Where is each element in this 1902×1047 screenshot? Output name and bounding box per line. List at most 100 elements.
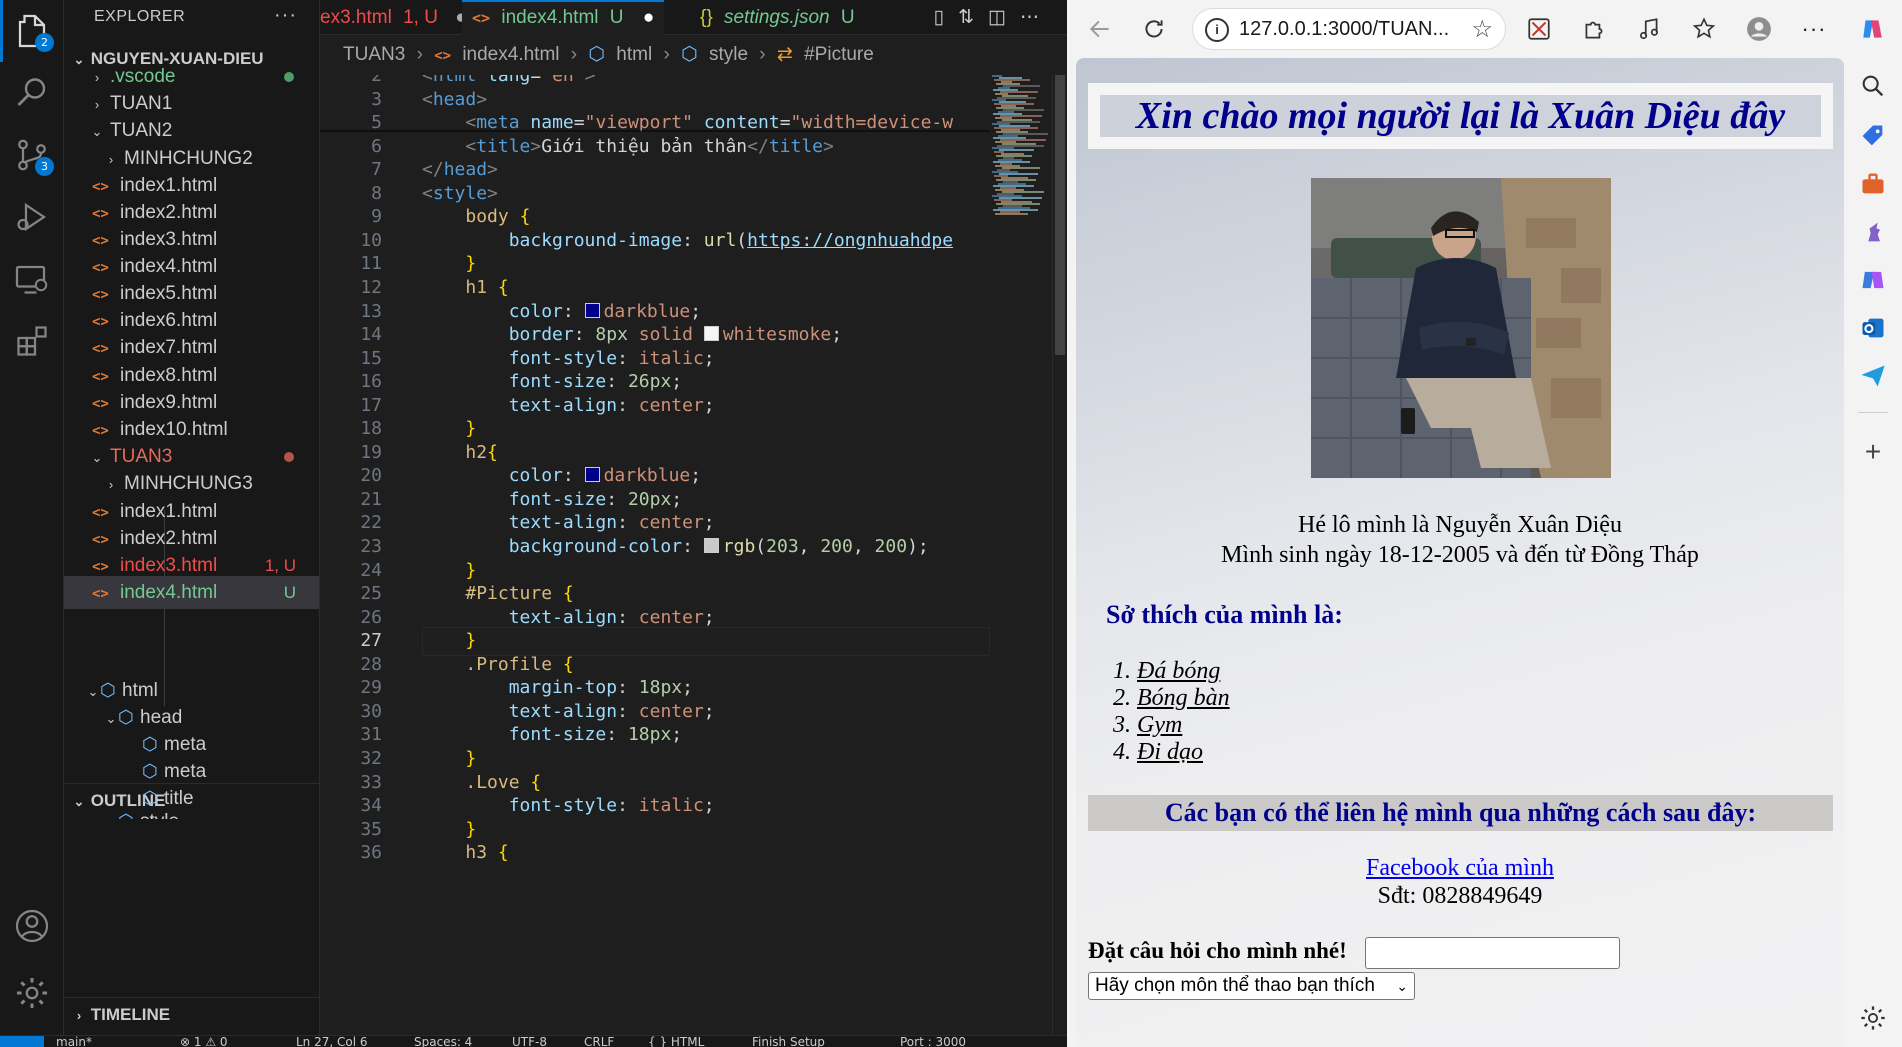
code-line[interactable]: 36 h3 { <box>320 839 990 868</box>
language-status[interactable]: { } HTML <box>648 1036 704 1047</box>
back-button[interactable] <box>1081 10 1119 48</box>
outline-item-label: style <box>140 811 179 819</box>
sidebar-outlook-button[interactable] <box>1857 312 1889 344</box>
site-info-icon[interactable]: i <box>1205 18 1229 42</box>
hobby-link[interactable]: Bóng bàn <box>1137 685 1230 711</box>
outline-item[interactable]: ›⬡style <box>64 805 319 819</box>
problems-status[interactable]: ⊗ 1 ⚠ 0 <box>180 1036 228 1047</box>
remote-indicator[interactable] <box>0 1036 44 1047</box>
toolbox-icon <box>1862 173 1884 194</box>
profile-birth: Mình sinh ngày 18-12-2005 và đến từ Đồng… <box>1221 542 1699 568</box>
minimap[interactable] <box>992 75 1052 1035</box>
chevron-right-icon: › <box>104 806 118 819</box>
breadcrumb-file[interactable]: index4.html <box>462 44 559 65</box>
scrollbar-thumb[interactable] <box>1055 75 1065 355</box>
question-label: Đặt câu hỏi cho mình nhé! <box>1088 938 1347 963</box>
unsaved-dot-icon[interactable]: ● <box>643 7 654 28</box>
puzzle-icon <box>1585 21 1603 39</box>
extensions-icon <box>17 326 47 356</box>
profile-button[interactable] <box>1740 10 1778 48</box>
breadcrumb-selector[interactable]: #Picture <box>804 44 874 65</box>
split-editor-icon[interactable]: ◫ <box>988 7 1020 28</box>
breadcrumb-html[interactable]: html <box>616 44 652 65</box>
source-control-activity[interactable]: 3 <box>0 124 64 186</box>
tree-item-label: index5.html <box>120 283 218 304</box>
favorites-button[interactable] <box>1685 10 1723 48</box>
url-text[interactable]: 127.0.0.1:3000/TUAN... <box>1239 18 1449 41</box>
hobby-link[interactable]: Đá bóng <box>1137 658 1220 684</box>
sidebar-add-button[interactable]: + <box>1857 436 1889 468</box>
tab-index3[interactable]: ex3.html 1, U ● <box>310 0 477 35</box>
html-file-icon: <> <box>92 586 109 602</box>
hobby-item: 4. Đi dạo <box>1113 739 1230 766</box>
cursor-position-status[interactable]: Ln 27, Col 6 <box>296 1036 368 1047</box>
minimap-line <box>996 155 1032 157</box>
open-preview-icon[interactable]: ▯ <box>934 7 958 28</box>
hobby-link[interactable]: Đi dạo <box>1137 739 1203 765</box>
live-server-status[interactable]: Port : 3000 <box>900 1036 966 1047</box>
profile-photo <box>1311 178 1611 478</box>
sidebar-send-button[interactable] <box>1857 360 1889 392</box>
explorer-activity[interactable]: 2 <box>0 0 64 62</box>
settings-more-button[interactable]: ··· <box>1795 10 1833 48</box>
modified-dot-icon <box>284 452 294 462</box>
tree-item-label: index2.html <box>120 202 218 223</box>
hobby-link[interactable]: Gym <box>1137 712 1182 738</box>
media-button[interactable] <box>1630 10 1668 48</box>
sticky-scroll-shadow <box>320 130 990 132</box>
tab-index4[interactable]: <> index4.html U ● <box>462 0 665 35</box>
remote-explorer-activity[interactable] <box>0 248 64 310</box>
code-editor[interactable]: 2 <html lang="en"> 3 <head> 5 <meta name="vi… <box>320 75 990 1025</box>
element-cube-icon: ⬡ <box>588 44 605 65</box>
profile-intro: Hé lô mình là Nguyễn Xuân Diệu <box>1298 512 1622 538</box>
more-actions-icon[interactable]: ⋯ <box>1020 7 1053 28</box>
tag-icon <box>1862 125 1883 146</box>
tree-item-label: index4.html <box>120 582 218 603</box>
timeline-section-header[interactable]: › TIMELINE <box>64 997 319 1030</box>
question-input[interactable] <box>1365 937 1620 969</box>
profile-section: Hé lô mình là Nguyễn Xuân Diệu Mình sinh… <box>1076 510 1844 570</box>
extensions-button[interactable] <box>1575 10 1613 48</box>
sidebar-copilot-button[interactable] <box>1857 264 1889 296</box>
copilot-button[interactable] <box>1853 10 1891 48</box>
no-tracking-icon <box>1528 18 1550 40</box>
extensions-activity[interactable] <box>0 310 64 372</box>
copilot-icon <box>1863 20 1882 38</box>
branch-status[interactable]: main* <box>56 1036 92 1047</box>
run-debug-activity[interactable] <box>0 186 64 248</box>
indentation-status[interactable]: Spaces: 4 <box>414 1036 472 1047</box>
search-activity[interactable] <box>0 62 64 124</box>
sidebar-shopping-button[interactable] <box>1857 120 1889 152</box>
explorer-more-button[interactable]: ··· <box>274 4 297 27</box>
sport-select[interactable]: Hãy chọn môn thể thao bạn thích ⌄ <box>1088 972 1415 1000</box>
minimap-line <box>999 149 1034 151</box>
favorite-star-icon[interactable]: ☆ <box>1471 15 1493 44</box>
reload-button[interactable] <box>1135 10 1173 48</box>
line-number: 36 <box>360 842 382 864</box>
facebook-link[interactable]: Facebook của mình <box>1366 855 1554 881</box>
more-dots-icon: ··· <box>1801 16 1827 41</box>
sidebar-divider <box>1858 412 1888 413</box>
encoding-status[interactable]: UTF-8 <box>512 1036 547 1047</box>
accounts-activity[interactable] <box>0 895 64 957</box>
sidebar-games-button[interactable] <box>1857 216 1889 248</box>
eol-status[interactable]: CRLF <box>584 1036 614 1047</box>
chevron-right-icon: › <box>76 1008 82 1023</box>
breadcrumb-folder[interactable]: TUAN3 <box>343 44 405 65</box>
extension-button[interactable] <box>1520 10 1558 48</box>
hobbies-heading: Sở thích của mình là: <box>1106 600 1343 629</box>
sidebar-search-button[interactable] <box>1857 70 1889 102</box>
sidebar-tools-button[interactable] <box>1857 168 1889 200</box>
finish-setup-status[interactable]: Finish Setup <box>752 1036 825 1047</box>
sidebar-settings-button[interactable] <box>1857 1002 1889 1034</box>
tree-file[interactable]: <> index4.html U <box>64 576 319 609</box>
address-bar[interactable]: i 127.0.0.1:3000/TUAN... ☆ <box>1192 8 1506 50</box>
compare-icon[interactable]: ⇅ <box>958 7 988 28</box>
editor-scrollbar[interactable] <box>1052 75 1066 1035</box>
breadcrumb-style[interactable]: style <box>709 44 748 65</box>
outline-item-label: meta <box>164 761 207 782</box>
manage-activity[interactable] <box>0 962 64 1024</box>
list-number: 3. <box>1113 712 1137 738</box>
scm-badge: 3 <box>35 157 54 176</box>
tab-settings-json[interactable]: {} settings.json U <box>690 0 865 35</box>
